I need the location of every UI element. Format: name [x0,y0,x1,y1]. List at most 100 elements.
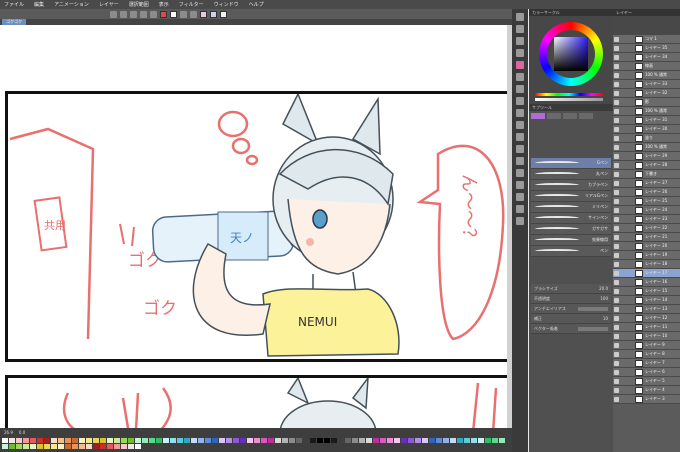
visibility-eye-icon[interactable] [614,181,619,186]
palette-swatch[interactable] [93,438,99,443]
palette-swatch[interactable] [471,438,477,443]
open-icon[interactable] [120,10,127,18]
pencil-tool-icon[interactable] [516,73,524,81]
quick-color-2[interactable] [210,10,217,18]
palette-swatch[interactable] [44,444,50,449]
layer-row[interactable]: 影 [613,98,680,107]
brush-item[interactable]: ペン [531,246,611,257]
layer-row[interactable]: レイヤー 33 [613,80,680,89]
palette-swatch[interactable] [93,444,99,449]
brush-tool-icon[interactable] [516,85,524,93]
brush-item[interactable]: ガサガサ [531,224,611,235]
palette-swatch[interactable] [422,438,428,443]
visibility-eye-icon[interactable] [614,253,619,258]
palette-swatch[interactable] [37,444,43,449]
brush-item[interactable]: 効果線用 [531,235,611,246]
palette-swatch[interactable] [478,438,484,443]
figure-tool-icon[interactable] [516,157,524,165]
fill-tool-icon[interactable] [516,133,524,141]
layer-row[interactable]: レイヤー 32 [613,89,680,98]
palette-swatch[interactable] [37,438,43,443]
visibility-eye-icon[interactable] [614,370,619,375]
clear-icon[interactable] [190,10,197,18]
canvas-area[interactable]: 共用 ゴク ゴク ん〜〜？ 天ノ NEMUI [0,25,512,428]
palette-swatch[interactable] [65,438,71,443]
layer-row[interactable]: レイヤー 7 [613,359,680,368]
visibility-eye-icon[interactable] [614,136,619,141]
layer-row[interactable]: レイヤー 17 [613,269,680,278]
palette-swatch[interactable] [100,438,106,443]
palette-swatch[interactable] [30,438,36,443]
menu-help[interactable]: ヘルプ [249,1,264,8]
visibility-eye-icon[interactable] [614,82,619,87]
palette-swatch[interactable] [226,438,232,443]
palette-swatch[interactable] [128,444,134,449]
ruler-tool-icon[interactable] [516,181,524,189]
palette-swatch[interactable] [205,438,211,443]
palette-swatch[interactable] [415,438,421,443]
visibility-eye-icon[interactable] [614,298,619,303]
text-tool-icon[interactable] [516,193,524,201]
visibility-eye-icon[interactable] [614,199,619,204]
visibility-eye-icon[interactable] [614,145,619,150]
layer-row[interactable]: レイヤー 14 [613,296,680,305]
palette-swatch[interactable] [30,444,36,449]
visibility-eye-icon[interactable] [614,316,619,321]
palette-swatch[interactable] [9,444,15,449]
layer-row[interactable]: レイヤー 3 [613,395,680,404]
palette-swatch[interactable] [296,438,302,443]
layer-row[interactable]: レイヤー 8 [613,350,680,359]
layer-row[interactable]: レイヤー 29 [613,152,680,161]
palette-swatch[interactable] [114,438,120,443]
brush-item[interactable]: サインペン [531,213,611,224]
palette-swatch[interactable] [86,444,92,449]
palette-swatch[interactable] [219,438,225,443]
layer-row[interactable]: レイヤー 19 [613,251,680,260]
palette-swatch[interactable] [65,444,71,449]
visibility-eye-icon[interactable] [614,235,619,240]
layer-row[interactable]: 100 % 通常 [613,71,680,80]
visibility-eye-icon[interactable] [614,388,619,393]
layer-row[interactable]: レイヤー 26 [613,188,680,197]
menu-animation[interactable]: アニメーション [54,1,89,8]
palette-swatch[interactable] [9,438,15,443]
palette-swatch[interactable] [135,444,141,449]
palette-swatch[interactable] [359,438,365,443]
palette-swatch[interactable] [366,438,372,443]
palette-swatch[interactable] [149,438,155,443]
palette-swatch[interactable] [79,444,85,449]
palette-swatch[interactable] [324,438,330,443]
saturation-value-square[interactable] [554,37,588,71]
layer-row[interactable]: レイヤー 12 [613,314,680,323]
palette-swatch[interactable] [303,438,309,443]
palette-swatch[interactable] [107,444,113,449]
visibility-eye-icon[interactable] [614,352,619,357]
palette-swatch[interactable] [261,438,267,443]
visibility-eye-icon[interactable] [614,118,619,123]
palette-swatch[interactable] [464,438,470,443]
palette-swatch[interactable] [408,438,414,443]
palette-swatch[interactable] [135,438,141,443]
layer-row[interactable]: レイヤー 5 [613,377,680,386]
menu-file[interactable]: ファイル [4,1,24,8]
visibility-eye-icon[interactable] [614,109,619,114]
palette-swatch[interactable] [163,438,169,443]
brush-item[interactable]: Gペン [531,158,611,169]
palette-swatch[interactable] [72,444,78,449]
palette-swatch[interactable] [177,438,183,443]
layer-row[interactable]: 線画 [613,62,680,71]
palette-swatch[interactable] [457,438,463,443]
visibility-eye-icon[interactable] [614,334,619,339]
palette-swatch[interactable] [485,438,491,443]
palette-swatch[interactable] [450,438,456,443]
palette-swatch[interactable] [212,438,218,443]
saturation-slider[interactable] [535,98,603,101]
visibility-eye-icon[interactable] [614,91,619,96]
palette-swatch[interactable] [142,438,148,443]
palette-swatch[interactable] [352,438,358,443]
visibility-eye-icon[interactable] [614,262,619,267]
palette-swatch[interactable] [345,438,351,443]
visibility-eye-icon[interactable] [614,37,619,42]
layer-row[interactable]: レイヤー 35 [613,44,680,53]
visibility-eye-icon[interactable] [614,289,619,294]
